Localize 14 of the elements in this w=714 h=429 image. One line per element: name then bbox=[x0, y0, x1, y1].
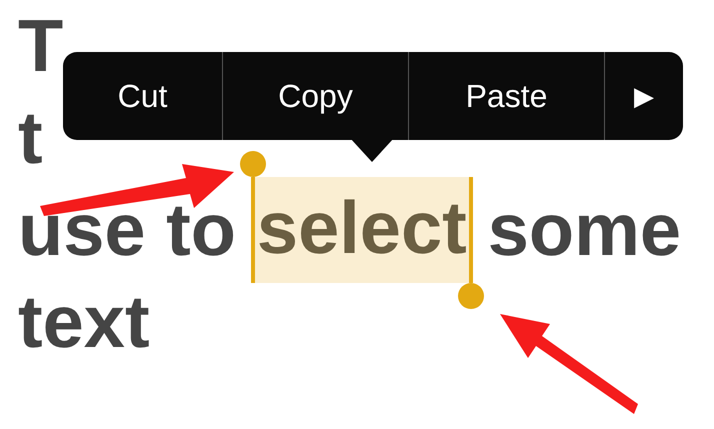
note-text: T bbox=[18, 9, 64, 83]
menu-button[interactable]: Cut bbox=[63, 52, 222, 140]
selection-start-knob[interactable] bbox=[240, 151, 266, 177]
note-text: use to bbox=[18, 193, 236, 267]
selection-end-knob[interactable] bbox=[458, 283, 484, 309]
note-text: some bbox=[488, 193, 682, 267]
note-text: text bbox=[18, 285, 150, 359]
more-button[interactable]: ▶ bbox=[604, 52, 683, 140]
selected-text[interactable]: select bbox=[254, 177, 469, 283]
selection-end-handle[interactable] bbox=[468, 177, 473, 283]
note-text: t bbox=[18, 101, 43, 175]
menu-button[interactable]: Paste bbox=[408, 52, 604, 140]
menu-button[interactable]: Copy bbox=[222, 52, 408, 140]
selection-start-handle[interactable] bbox=[250, 177, 255, 283]
